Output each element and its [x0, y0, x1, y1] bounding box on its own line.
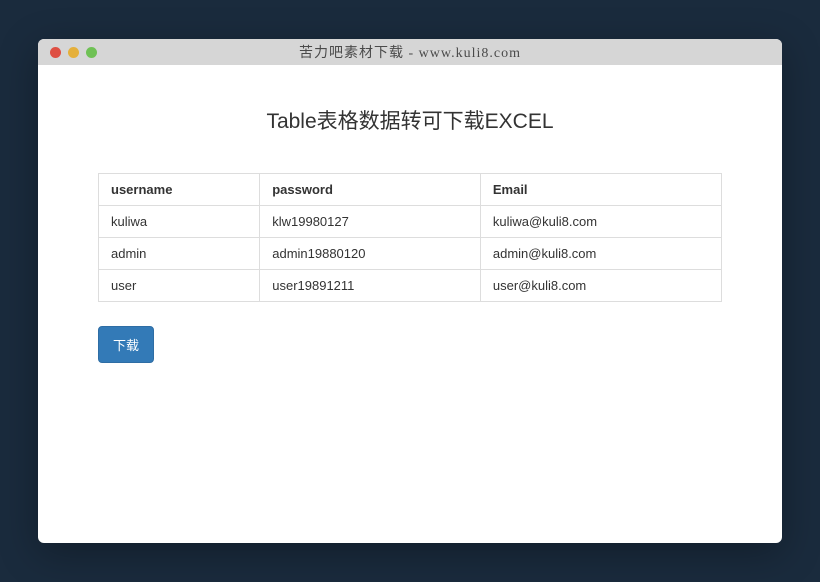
window-content: Table表格数据转可下载EXCEL username password Ema… — [38, 65, 782, 403]
table-cell: klw19980127 — [260, 206, 481, 238]
table-cell: user@kuli8.com — [480, 270, 721, 302]
table-cell: admin19880120 — [260, 238, 481, 270]
window-titlebar: 苦力吧素材下载 - www.kuli8.com — [38, 39, 782, 65]
table-cell: kuliwa — [99, 206, 260, 238]
window-title: 苦力吧素材下载 - www.kuli8.com — [38, 42, 782, 62]
table-cell: user — [99, 270, 260, 302]
table-header-password: password — [260, 174, 481, 206]
table-cell: kuliwa@kuli8.com — [480, 206, 721, 238]
maximize-icon[interactable] — [86, 47, 97, 58]
close-icon[interactable] — [50, 47, 61, 58]
table-row: kuliwa klw19980127 kuliwa@kuli8.com — [99, 206, 722, 238]
table-row: user user19891211 user@kuli8.com — [99, 270, 722, 302]
download-button[interactable]: 下载 — [98, 326, 154, 363]
table-cell: admin@kuli8.com — [480, 238, 721, 270]
traffic-lights — [38, 47, 97, 58]
table-header-email: Email — [480, 174, 721, 206]
table-row: admin admin19880120 admin@kuli8.com — [99, 238, 722, 270]
table-header-username: username — [99, 174, 260, 206]
data-table: username password Email kuliwa klw199801… — [98, 173, 722, 302]
app-window: 苦力吧素材下载 - www.kuli8.com Table表格数据转可下载EXC… — [38, 39, 782, 543]
page-title: Table表格数据转可下载EXCEL — [98, 105, 722, 135]
table-cell: admin — [99, 238, 260, 270]
table-header-row: username password Email — [99, 174, 722, 206]
minimize-icon[interactable] — [68, 47, 79, 58]
table-cell: user19891211 — [260, 270, 481, 302]
